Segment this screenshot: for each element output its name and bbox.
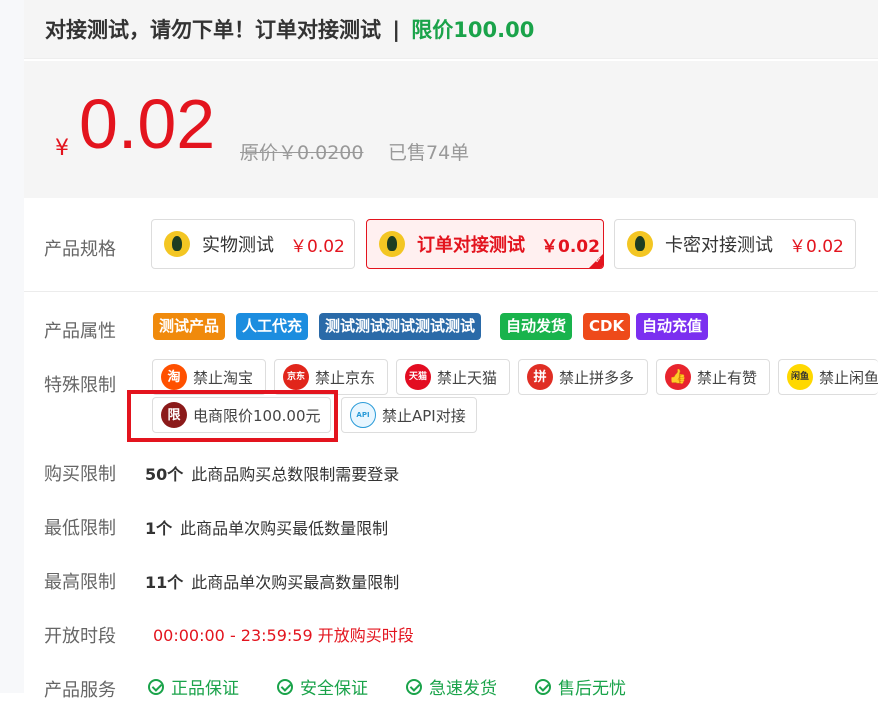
selected-check-icon [589,254,603,268]
restriction-label: 禁止天猫 [437,368,498,387]
restriction-label: 禁止有赞 [697,368,758,387]
max-limit-count: 11个 [145,573,184,592]
jd-icon: 京东 [283,364,309,390]
product-title: 对接测试，请勿下单！订单对接测试 | 限价100.00 [45,14,534,44]
title-separator: | [392,18,400,42]
price-panel: ¥ 0.02 原价￥0.0200 已售74单 [24,61,878,198]
check-circle-icon [148,678,164,695]
qq-icon [379,231,405,257]
taobao-icon: 淘 [161,364,187,390]
service-label: 正品保证 [171,679,239,699]
attr-tag-test-product: 测试产品 [153,313,226,340]
highlight-box [127,390,338,442]
service-label: 安全保证 [300,679,368,699]
restriction-label: 禁止闲鱼 [819,368,878,387]
spec-option-price: ￥0.02 [541,236,600,257]
max-limit-desc: 此商品单次购买最高数量限制 [191,573,400,592]
max-limit-value: 11个 此商品单次购买最高数量限制 [145,569,399,593]
buy-limit-count: 50个 [145,465,184,484]
spec-option-price: ￥0.02 [789,236,844,257]
services-label: 产品服务 [44,680,116,701]
youzan-icon: 👍 [665,364,691,390]
service-after-sales: 售后无忧 [535,674,626,699]
attrs-label: 产品属性 [44,321,116,342]
check-circle-icon [535,678,551,695]
service-label: 售后无忧 [558,679,626,699]
max-limit-label: 最高限制 [44,572,116,593]
attr-tag-auto-recharge: 自动充值 [636,313,709,340]
open-time-label: 开放时段 [44,626,116,647]
page-left-gutter [0,0,24,693]
api-icon: API [350,402,376,428]
service-fast-delivery: 急速发货 [406,674,497,699]
min-limit-desc: 此商品单次购买最低数量限制 [180,519,389,538]
buy-limit-value: 50个 此商品购买总数限制需要登录 [145,461,399,485]
restriction-no-xianyu: 闲鱼 禁止闲鱼 [778,359,878,395]
min-limit-value: 1个 此商品单次购买最低数量限制 [145,515,388,539]
restriction-label: 禁止API对接 [382,406,466,425]
attr-tag-manual-topup: 人工代充 [236,313,309,340]
service-genuine: 正品保证 [148,674,239,699]
product-title-text: 对接测试，请勿下单！订单对接测试 [45,18,381,42]
restriction-no-youzan: 👍 禁止有赞 [656,359,770,395]
original-price: 原价￥0.0200 [240,142,364,164]
min-limit-label: 最低限制 [44,518,116,539]
restriction-no-tmall: 天猫 禁止天猫 [396,359,510,395]
currency-symbol: ¥ [55,136,69,161]
spec-option-name: 实物测试 [202,235,274,256]
restriction-label: 禁止淘宝 [193,368,254,387]
tmall-icon: 天猫 [405,364,431,390]
sold-count: 已售74单 [388,142,470,164]
spec-option-name: 订单对接测试 [417,235,525,256]
attr-tag-auto-ship: 自动发货 [500,313,573,340]
attr-tag-test-long: 测试测试测试测试测试 [319,313,482,340]
spec-option-physical-test[interactable]: 实物测试 ￥0.02 [151,219,355,269]
title-price-limit: 限价100.00 [411,18,535,42]
open-time-value: 00:00:00 - 23:59:59 开放购买时段 [153,626,414,645]
spec-option-price: ￥0.02 [290,236,345,257]
qq-icon [164,231,190,257]
spec-option-card-docking-test[interactable]: 卡密对接测试 ￥0.02 [614,219,856,269]
check-circle-icon [406,678,422,695]
buy-limit-label: 购买限制 [44,464,116,485]
pinduoduo-icon: 拼 [527,364,553,390]
attr-tag-cdk: CDK [583,313,631,340]
spec-option-order-docking-test[interactable]: 订单对接测试 ￥0.02 [366,219,604,269]
restrictions-label: 特殊限制 [44,375,116,396]
restriction-label: 禁止拼多多 [559,368,635,387]
spec-label: 产品规格 [44,239,116,260]
spec-option-name: 卡密对接测试 [665,235,773,256]
restriction-label: 禁止京东 [315,368,376,387]
current-price: 0.02 [79,85,216,163]
qq-icon [627,231,653,257]
service-security: 安全保证 [277,674,368,699]
check-circle-icon [277,678,293,695]
product-title-bar: 对接测试，请勿下单！订单对接测试 | 限价100.00 [24,0,878,59]
restriction-no-api: API 禁止API对接 [341,397,477,433]
section-divider [24,291,878,292]
restriction-no-pinduoduo: 拼 禁止拼多多 [518,359,648,395]
xianyu-icon: 闲鱼 [787,364,813,390]
buy-limit-desc: 此商品购买总数限制需要登录 [191,465,400,484]
service-label: 急速发货 [429,679,497,699]
min-limit-count: 1个 [145,519,173,538]
